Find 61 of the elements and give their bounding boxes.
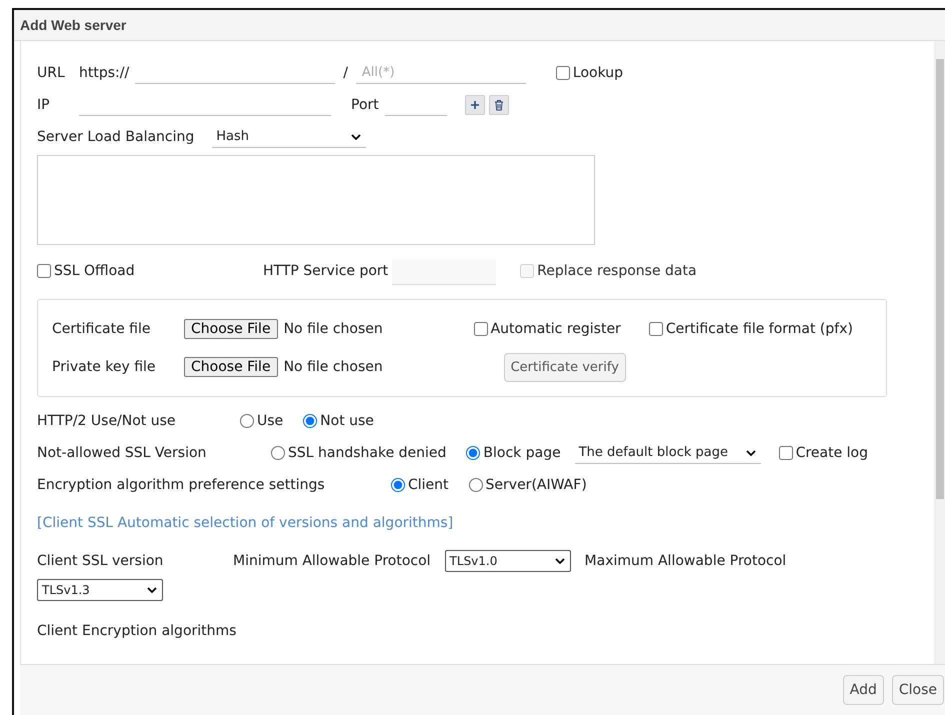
field-label: Minimum Allowable Protocol xyxy=(233,553,431,569)
checkbox-label: SSL Offload xyxy=(54,263,135,279)
file-status: No file chosen xyxy=(284,321,384,337)
checkbox-label: Lookup xyxy=(572,65,624,81)
scheme-label: https:// xyxy=(79,65,130,81)
auto-selection-link[interactable]: [Client SSL Automatic selection of versions and algorithms] xyxy=(37,515,454,531)
field-label: IP xyxy=(37,97,51,113)
choose-file-button[interactable]: Choose File xyxy=(184,319,278,339)
file-status: No file chosen xyxy=(284,359,384,375)
dialog-button[interactable]: Add xyxy=(842,675,884,705)
field-label: HTTP Service port xyxy=(263,263,388,279)
field-label: Certificate file xyxy=(52,321,152,337)
caret-icon xyxy=(147,587,157,594)
field-label: Port xyxy=(351,97,379,113)
scrollbar[interactable] xyxy=(934,41,945,664)
trash-icon[interactable] xyxy=(488,95,509,115)
maximum-protocol-dropdown[interactable]: TLSv1.3 xyxy=(37,579,163,601)
field-label: Maximum Allowable Protocol xyxy=(584,553,786,569)
separator-label: / xyxy=(343,65,348,81)
checkbox-label: Replace response data xyxy=(537,263,697,279)
window-title: Add Web server xyxy=(20,17,126,33)
checkbox[interactable] xyxy=(778,446,793,460)
checkbox[interactable] xyxy=(556,66,570,80)
field-label: Private key file xyxy=(52,359,157,375)
field-label: Client SSL version xyxy=(37,553,164,569)
radio-button[interactable] xyxy=(391,478,405,492)
radio-label: Not use xyxy=(320,413,374,429)
checkbox-label: Certificate file format (pfx) xyxy=(666,321,853,337)
radio-label: SSL handshake denied xyxy=(288,445,446,461)
path-field[interactable]: All(*) xyxy=(356,62,526,84)
field-label: Not-allowed SSL Version xyxy=(37,445,208,461)
dialog-button[interactable]: Close xyxy=(892,675,944,705)
radio-label: Server(AIWAF) xyxy=(486,477,587,493)
radio-button[interactable] xyxy=(468,478,483,492)
checkbox[interactable] xyxy=(474,322,488,336)
checkbox[interactable] xyxy=(37,264,51,278)
field-label: Client Encryption algorithms xyxy=(37,623,236,639)
radio-label: Use xyxy=(257,413,284,429)
field-label: URL xyxy=(37,65,66,81)
field-label: Encryption algorithm preference settings xyxy=(37,477,326,493)
choose-file-button[interactable]: Choose File xyxy=(184,357,278,377)
radio-button[interactable] xyxy=(240,414,254,428)
checkbox[interactable] xyxy=(648,322,663,336)
radio-button[interactable] xyxy=(271,446,285,460)
balancing-dropdown[interactable]: Hash xyxy=(212,126,366,148)
block-page-dropdown[interactable]: The default block page xyxy=(574,442,761,464)
checkbox-label: Create log xyxy=(796,445,868,461)
http-port-field[interactable] xyxy=(392,258,496,284)
radio-label: Client xyxy=(408,477,449,493)
radio-button[interactable] xyxy=(466,446,480,460)
certificate-verify-button[interactable]: Certificate verify xyxy=(504,352,626,382)
field-label: HTTP/2 Use/Not use xyxy=(37,413,177,429)
radio-button[interactable] xyxy=(303,414,318,428)
field-label: Server Load Balancing xyxy=(37,129,194,145)
caret-icon xyxy=(554,558,565,565)
minimum-protocol-dropdown[interactable]: TLSv1.0 xyxy=(444,550,571,572)
radio-label: Block page xyxy=(483,445,561,461)
caret-icon xyxy=(746,450,756,456)
caret-icon xyxy=(351,134,362,140)
checkbox-label: Automatic register xyxy=(490,321,621,337)
add-icon[interactable] xyxy=(464,95,485,115)
